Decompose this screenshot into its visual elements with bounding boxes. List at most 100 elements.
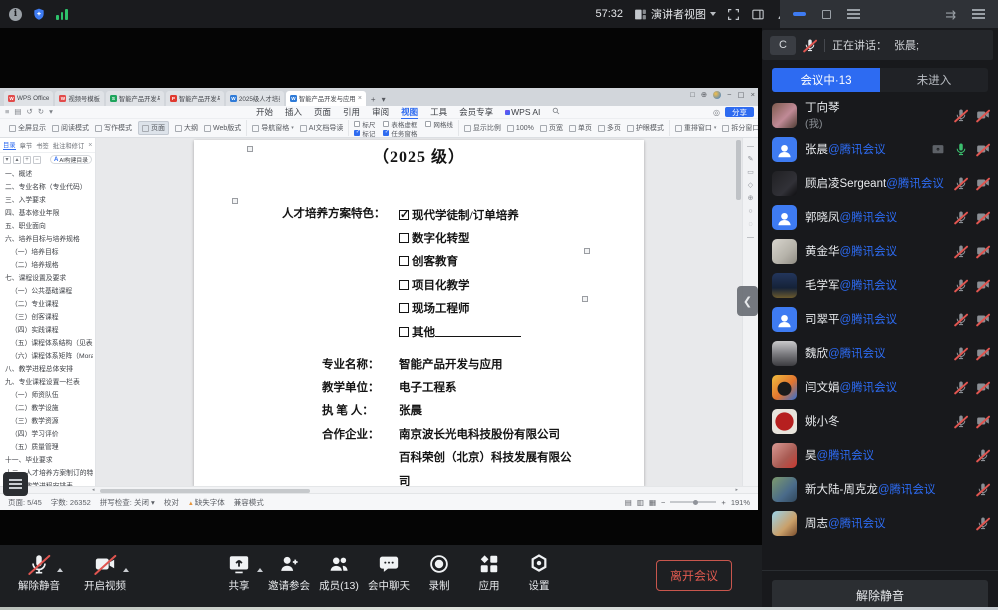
remove-heading-icon[interactable]: − [33,156,41,164]
wps-file-tab[interactable]: WWPS Office [4,91,53,106]
toolbar-record-button[interactable]: 录制 [414,553,464,593]
ribbon-大纲[interactable]: 大纲 [175,123,198,133]
panel-tab-未进入[interactable]: 未进入 [880,68,988,92]
wps-menu-插入[interactable]: 插入 [285,106,302,118]
search-icon[interactable] [552,107,560,117]
pen-icon[interactable]: ✎ [748,156,754,163]
redo-icon[interactable]: ↻ [38,108,44,116]
status-校对[interactable]: 校对 [164,497,179,508]
participant-row[interactable]: 新大陆-周克龙@腾讯会议 [772,472,990,506]
close-pane-icon[interactable]: × [88,142,92,149]
stamp-icon[interactable]: ⊕ [748,195,754,202]
participant-row[interactable]: 闫文娟@腾讯会议 [772,370,990,404]
hscroll-thumb[interactable] [100,489,310,493]
side-panel-icon[interactable] [751,8,765,21]
ribbon-全屏显示[interactable]: 全屏显示 [9,123,46,133]
panel-tab-会议中·13[interactable]: 会议中·13 [772,68,880,92]
outline-item[interactable]: 五、职业面向 [5,220,93,233]
ribbon-导航窗格[interactable]: 导航窗格▾ [252,123,294,133]
wps-menu-引用[interactable]: 引用 [343,106,360,118]
wps-menu-开始[interactable]: 开始 [256,106,273,118]
ribbon-check-任务窗格[interactable]: 任务窗格 [383,128,417,138]
outline-item[interactable]: 八、教学进程总体安排 [5,363,93,376]
status-字数[interactable]: 字数: 26352 [51,497,91,508]
circle-tool-icon[interactable]: ○ [748,208,752,215]
web-view-icon[interactable]: ▦ [649,498,656,507]
outline-item[interactable]: 二、专业名称（专业代码） [5,181,93,194]
unmute-button[interactable]: 解除静音 [772,580,988,610]
outline-item[interactable]: （二）专业课程 [5,298,93,311]
eye-icon[interactable]: ◎ [713,108,720,117]
info-icon[interactable]: i [9,8,22,21]
minimize-icon[interactable] [793,12,806,16]
ribbon-多页[interactable]: 多页 [598,123,621,133]
tab-list-caret-icon[interactable]: ▾ [382,96,386,104]
outline-item[interactable]: 十一、毕业要求 [5,454,93,467]
participant-row[interactable]: 黄金华@腾讯会议 [772,234,990,268]
toolbar-invite-button[interactable]: 邀请参会 [264,553,314,593]
zoom-slider[interactable] [670,501,716,503]
outline-item[interactable]: 七、课程设置及要求 [5,272,93,285]
ribbon-写作模式[interactable]: 写作模式 [95,123,132,133]
wps-file-tab[interactable]: W2025级人才培养方案论证表(最终版* [226,91,284,106]
wps-menu-审阅[interactable]: 审阅 [372,106,389,118]
toolbar-settings-button[interactable]: 设置 [514,553,564,593]
participant-row[interactable]: 张晨@腾讯会议 [772,132,990,166]
document-page[interactable]: （2025 级） 人才培养方案特色： 现代学徒制/订单培养数字化转型创客教育项目… [194,140,644,486]
outline-item[interactable]: （二）教学设施 [5,402,93,415]
add-heading-icon[interactable]: + [23,156,31,164]
new-tab-icon[interactable]: + [371,96,376,104]
status-页面[interactable]: 页面: 5/45 [8,497,42,508]
options-caret-icon[interactable] [57,568,63,572]
ribbon-AI文档导读[interactable]: AI文档导读 [300,123,344,133]
outline-item[interactable]: （一）师资队伍 [5,389,93,402]
outline-view-icon[interactable]: ▥ [637,498,644,507]
outline-item[interactable]: 四、基本修业年限 [5,207,93,220]
ribbon-护眼模式[interactable]: 护眼模式 [627,123,664,133]
collapse-all-icon[interactable]: ▾ [3,156,11,164]
outline-item[interactable]: （五）课程体系结构（见表11附录） [5,337,93,350]
collapse-panel-button[interactable]: ❮ [737,286,758,316]
outline-collapse-marker[interactable] [232,198,238,204]
outline-item[interactable]: 一、概述 [5,168,93,181]
nav-tab-批注和修订[interactable]: 批注和修订 [53,141,84,150]
file-menu-icon[interactable]: ≡ [5,108,9,116]
ribbon-拆分窗口[interactable]: 拆分窗口▾ [722,123,758,133]
add-icon[interactable]: ⊕ [701,90,707,99]
participant-row[interactable]: 丁向琴(我) [772,98,990,132]
nav-tab-书签[interactable]: 书签 [36,141,49,150]
outline-item[interactable]: （六）课程体系矩阵（Moral Education Matri... [5,350,93,363]
ai-build-toc-button[interactable]: AAI构建目录 [50,155,92,164]
search-input[interactable]: C [770,36,796,55]
participant-row[interactable]: 魏欣@腾讯会议 [772,336,990,370]
restore-icon[interactable]: □ [690,90,695,99]
undo-icon[interactable]: ↺ [26,108,32,116]
participant-row[interactable]: 昊@腾讯会议 [772,438,990,472]
zoom-level[interactable]: 191% [731,498,750,507]
more-menu-icon[interactable] [972,9,985,19]
ribbon-页宽[interactable]: 页宽 [540,123,563,133]
account-avatar[interactable] [713,91,721,99]
close-window-icon[interactable]: × [751,90,755,99]
ribbon-单页[interactable]: 单页 [569,123,592,133]
wps-menu-视图[interactable]: 视图 [401,106,418,119]
outline-collapse-marker[interactable] [582,296,588,302]
ribbon-阅读模式[interactable]: 阅读模式 [52,123,89,133]
wps-menu-页面[interactable]: 页面 [314,106,331,118]
ribbon-Web版式[interactable]: Web版式 [204,123,241,133]
ribbon-check-标记[interactable]: 标记 [354,128,375,138]
toolbar-start-video-button[interactable]: 开启视频 [80,553,130,593]
participant-row[interactable]: 周志@腾讯会议 [772,506,990,540]
quickbar-caret-icon[interactable]: ▾ [49,108,53,116]
collapse-toolbar-button[interactable] [3,472,28,496]
scroll-left-icon[interactable]: ◂ [92,487,95,494]
minimize-window-icon[interactable]: − [727,90,731,99]
toolbar-chat-button[interactable]: 会中聊天 [364,553,414,593]
star-icon[interactable]: ◇ [748,182,753,189]
participant-row[interactable]: 司翠平@腾讯会议 [772,302,990,336]
close-tab-icon[interactable]: × [358,95,362,102]
participant-row[interactable]: 顾启凌Sergeant@腾讯会议 [772,166,990,200]
maximize-window-icon[interactable]: ▢ [738,90,745,99]
options-caret-icon[interactable] [257,568,263,572]
outline-item[interactable]: （一）公共基础课程 [5,285,93,298]
